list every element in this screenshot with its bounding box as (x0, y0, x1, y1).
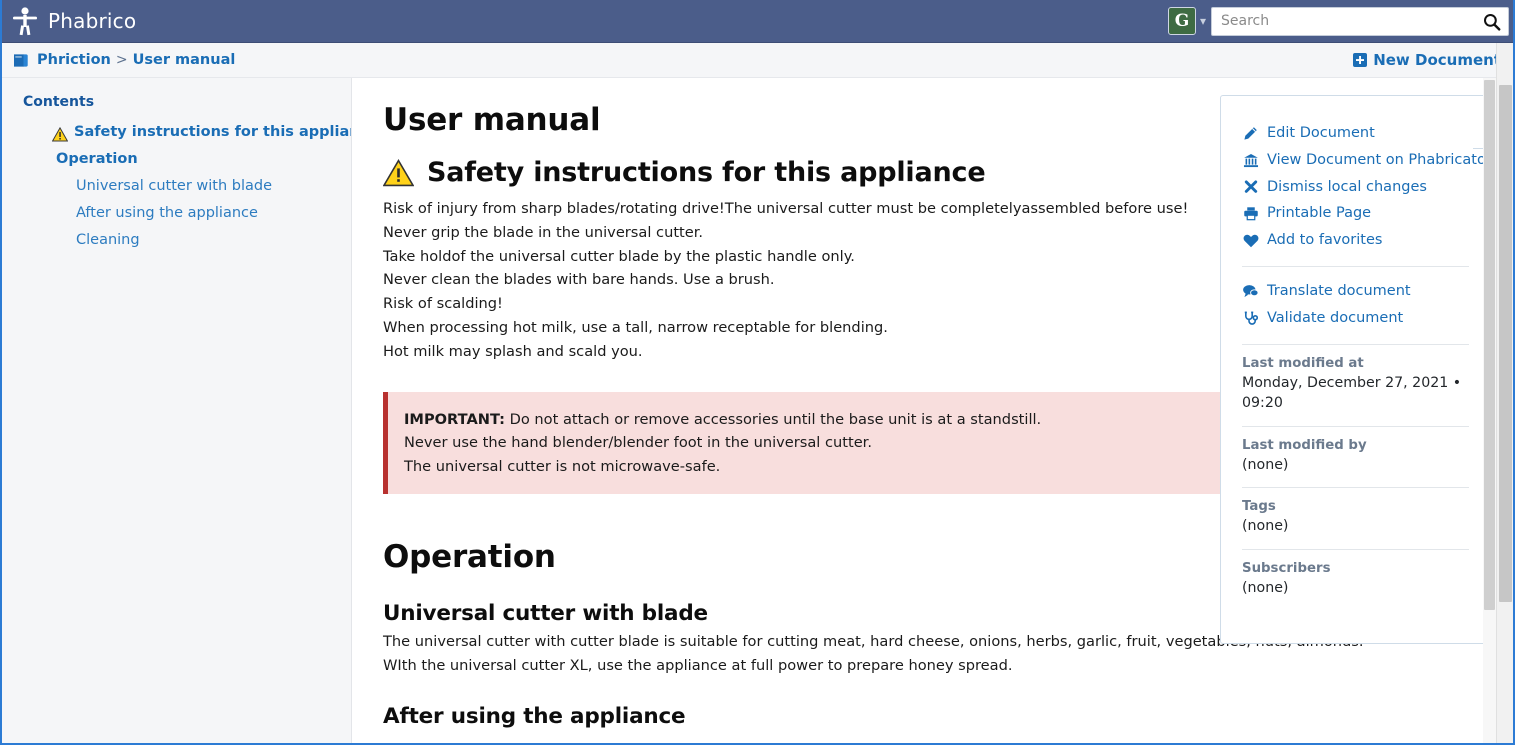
metadata-label: Tags (1242, 499, 1276, 515)
toc-item-label: Universal cutter with blade (76, 178, 273, 194)
breadcrumb-separator: > (115, 52, 128, 68)
search-icon[interactable] (1483, 13, 1501, 31)
toc-item-label: After using the appliance (76, 205, 258, 221)
document-action-panel: Edit Document View Document on Phabricat… (1220, 95, 1513, 644)
operation-paragraph: WIth the universal cutter XL, use the ap… (383, 656, 1013, 674)
breadcrumb-item-phriction[interactable]: Phriction (37, 52, 111, 68)
metadata-last-modified-at: Last modified at Monday, December 27, 20… (1242, 356, 1469, 414)
panel-divider (1242, 265, 1469, 267)
action-validate-document[interactable]: Validate document (1242, 305, 1469, 332)
comment-icon (1242, 283, 1259, 299)
metadata-label: Last modified by (1242, 437, 1367, 453)
bank-icon (1242, 152, 1259, 168)
panel-divider (1242, 548, 1469, 550)
metadata-value: Monday, December 27, 2021 • 09:20 (1242, 374, 1462, 412)
important-label: IMPORTANT: (404, 410, 505, 428)
window-scrollbar-track[interactable] (1496, 43, 1513, 743)
action-translate-document[interactable]: Translate document (1242, 278, 1469, 305)
toc-item-safety-instructions[interactable]: Safety instructions for this appliance (12, 119, 351, 146)
table-of-contents-sidebar: Contents Safety instructions for this ap… (2, 78, 352, 743)
action-add-to-favorites[interactable]: Add to favorites (1242, 227, 1469, 254)
metadata-subscribers: Subscribers (none) (1242, 561, 1469, 599)
section-heading-label: Safety instructions for this appliance (427, 157, 986, 188)
brand-home-link[interactable]: Phabrico (2, 6, 136, 36)
action-label: Dismiss local changes (1267, 178, 1427, 195)
document-scrollbar-track[interactable] (1483, 78, 1496, 743)
document-scrollbar-thumb[interactable] (1484, 80, 1495, 610)
action-view-on-phabricator[interactable]: View Document on Phabricator (1242, 147, 1492, 174)
panel-body: Edit Document View Document on Phabricat… (1221, 96, 1492, 599)
window-scrollbar-thumb[interactable] (1499, 85, 1512, 602)
metadata-value: (none) (1242, 518, 1289, 535)
subsection-heading-after-using: After using the appliance (383, 703, 686, 729)
metadata-label: Subscribers (1242, 560, 1331, 576)
new-document-button[interactable]: New Document (1353, 51, 1501, 69)
metadata-value: (none) (1242, 579, 1289, 596)
application-window: Phabrico G ▾ Phric (0, 0, 1515, 745)
printer-icon (1242, 206, 1259, 222)
top-header-bar: Phabrico G ▾ (2, 0, 1513, 43)
action-printable-page[interactable]: Printable Page (1242, 200, 1469, 227)
action-edit-document[interactable]: Edit Document (1242, 120, 1469, 147)
top-bar-right-group: G ▾ (1167, 6, 1513, 36)
list-item: Remove mains plug (405, 737, 1501, 743)
after-using-list: Remove mains plug Press the release butt… (405, 737, 1501, 743)
toc-item-after-using-the-appliance[interactable]: After using the appliance (12, 200, 341, 227)
toc-item-operation[interactable]: Operation (12, 146, 341, 173)
toc-item-label: Operation (56, 151, 138, 167)
toc-title: Contents (23, 94, 95, 110)
brand-name: Phabrico (48, 9, 137, 33)
warning-triangle-icon (51, 125, 69, 142)
search-box[interactable] (1211, 6, 1509, 36)
action-dismiss-local-changes[interactable]: Dismiss local changes (1242, 174, 1469, 201)
breadcrumb-item-user-manual[interactable]: User manual (133, 52, 236, 68)
search-input[interactable] (1212, 7, 1508, 35)
metadata-tags: Tags (none) (1242, 499, 1469, 537)
warning-triangle-icon (382, 158, 415, 187)
book-icon (12, 52, 29, 68)
toc-item-label: Cleaning (76, 232, 140, 248)
chevron-down-icon[interactable]: ▾ (1200, 15, 1206, 27)
metadata-value: (none) (1242, 456, 1289, 473)
important-text: Do not attach or remove accessories unti… (509, 410, 1042, 428)
plus-square-icon (1353, 53, 1368, 67)
metadata-label: Last modified at (1242, 355, 1364, 371)
stethoscope-icon (1242, 310, 1259, 326)
action-label: Translate document (1267, 282, 1411, 299)
action-label: View Document on Phabricator (1267, 151, 1492, 168)
action-label: Validate document (1267, 309, 1404, 326)
panel-divider (1242, 425, 1469, 427)
toc-item-universal-cutter-with-blade[interactable]: Universal cutter with blade (12, 173, 341, 200)
action-label: Edit Document (1267, 125, 1375, 141)
new-document-label: New Document (1373, 51, 1501, 69)
toc-item-cleaning[interactable]: Cleaning (12, 227, 341, 254)
panel-divider (1242, 343, 1469, 345)
toc-item-label: Safety instructions for this appliance (74, 124, 352, 140)
x-icon (1242, 179, 1259, 195)
action-label: Printable Page (1267, 205, 1372, 222)
action-label: Add to favorites (1267, 232, 1383, 249)
heart-icon (1242, 233, 1259, 249)
person-figure-icon (12, 6, 38, 36)
breadcrumb-bar: Phriction > User manual New Document (2, 43, 1513, 78)
pencil-icon (1242, 125, 1259, 141)
metadata-last-modified-by: Last modified by (none) (1242, 438, 1469, 476)
avatar[interactable]: G (1167, 7, 1196, 35)
panel-divider (1242, 487, 1469, 489)
